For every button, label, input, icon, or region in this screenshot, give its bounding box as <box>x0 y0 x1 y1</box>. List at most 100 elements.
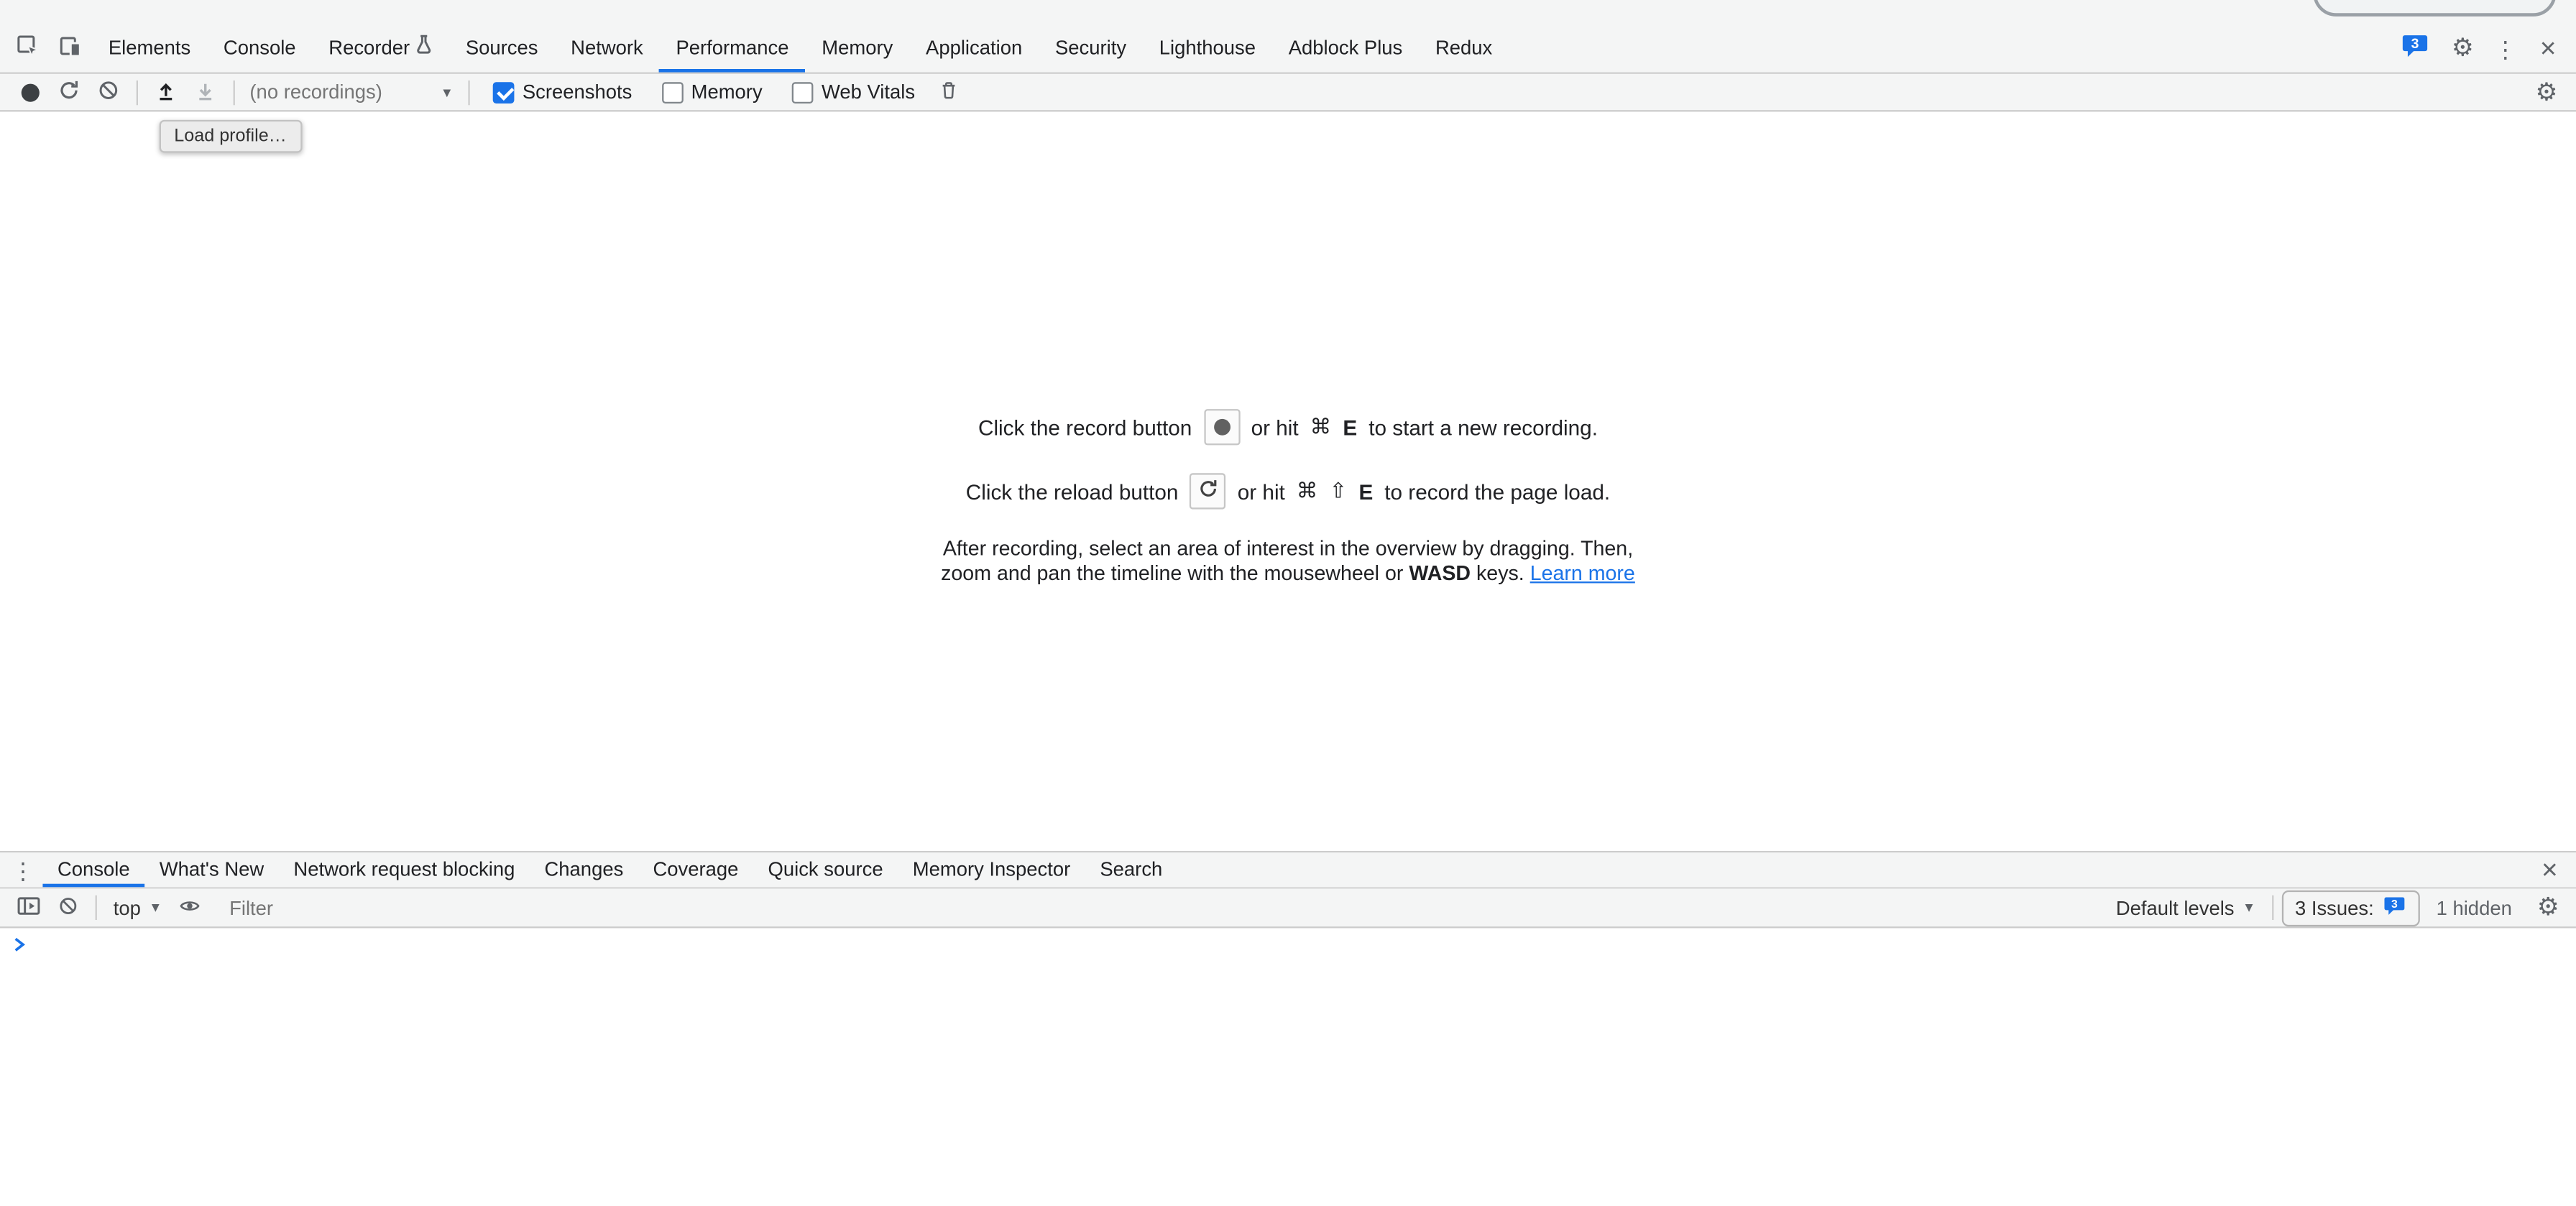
settings-button[interactable]: ⚙ <box>2442 24 2484 72</box>
paragraph-text: keys. <box>1476 562 1524 585</box>
drawer-tab-search[interactable]: Search <box>1085 852 1177 887</box>
reload-and-record-button[interactable] <box>50 75 89 109</box>
screenshots-checkbox[interactable]: Screenshots <box>493 80 632 103</box>
tab-adblock-plus[interactable]: Adblock Plus <box>1272 24 1419 72</box>
clear-console-button[interactable] <box>47 891 87 924</box>
tab-memory[interactable]: Memory <box>805 24 909 72</box>
record-icon <box>21 83 39 101</box>
tab-lighthouse[interactable]: Lighthouse <box>1143 24 1272 72</box>
close-icon: × <box>2542 856 2558 884</box>
reload-icon <box>58 78 80 106</box>
instruction-text: Click the reload button <box>966 479 1179 503</box>
device-toolbar-button[interactable] <box>50 24 92 72</box>
checkbox-icon[interactable] <box>493 81 515 103</box>
memory-checkbox[interactable]: Memory <box>661 80 762 103</box>
checkbox-label: Screenshots <box>523 80 632 103</box>
eye-icon <box>178 895 202 921</box>
tab-label: Network <box>571 35 643 58</box>
record-button[interactable] <box>10 75 50 109</box>
performance-settings-button[interactable]: ⚙ <box>2526 75 2566 109</box>
tab-label: Application <box>926 35 1022 58</box>
learn-more-link[interactable]: Learn more <box>1530 562 1635 585</box>
tab-sources[interactable]: Sources <box>449 24 554 72</box>
separator <box>468 80 469 104</box>
more-options-button[interactable]: ⋮ <box>2484 24 2526 72</box>
tab-label: Elements <box>109 35 190 58</box>
tab-label: Sources <box>466 35 538 58</box>
console-prompt[interactable] <box>0 928 2576 964</box>
upload-icon <box>155 78 178 106</box>
tab-label: Changes <box>544 857 623 880</box>
drawer-tabbar-right: × <box>2530 852 2576 887</box>
issues-counter-button[interactable]: 3 Issues: 3 <box>2282 890 2420 926</box>
tab-application[interactable]: Application <box>909 24 1039 72</box>
tab-label: Console <box>58 857 130 880</box>
close-icon: × <box>2540 34 2557 63</box>
delete-recording-button[interactable] <box>930 75 970 109</box>
kebab-menu-icon: ⋮ <box>12 858 34 881</box>
issues-bubble-icon: 3 <box>2382 895 2406 921</box>
tab-label: Redux <box>1435 35 1492 58</box>
console-sidebar-toggle-button[interactable] <box>8 891 47 924</box>
tab-security[interactable]: Security <box>1039 24 1143 72</box>
drawer-tab-coverage[interactable]: Coverage <box>638 852 753 887</box>
load-profile-tooltip: Load profile… <box>160 120 302 153</box>
drawer-tab-whats-new[interactable]: What's New <box>144 852 279 887</box>
checkbox-icon[interactable] <box>792 81 814 103</box>
drawer-tab-memory-inspector[interactable]: Memory Inspector <box>898 852 1085 887</box>
inline-reload-button[interactable] <box>1190 473 1225 509</box>
clear-icon <box>57 895 78 921</box>
tab-network[interactable]: Network <box>554 24 659 72</box>
console-toolbar: top ▼ Default levels ▼ 3 Issues: <box>0 889 2576 929</box>
tab-elements[interactable]: Elements <box>92 24 207 72</box>
tab-label: Memory <box>822 35 893 58</box>
drawer-tab-network-request-blocking[interactable]: Network request blocking <box>279 852 530 887</box>
tab-performance[interactable]: Performance <box>660 24 806 72</box>
log-levels-dropdown[interactable]: Default levels ▼ <box>2107 896 2263 919</box>
web-vitals-checkbox[interactable]: Web Vitals <box>792 80 915 103</box>
tab-redux[interactable]: Redux <box>1419 24 1509 72</box>
tab-label: Coverage <box>653 857 738 880</box>
tab-recorder[interactable]: Recorder <box>312 24 449 72</box>
prompt-chevron-icon <box>13 935 26 958</box>
tab-label: Search <box>1100 857 1162 880</box>
performance-landing: Click the record button or hit ⌘ E to st… <box>0 409 2576 586</box>
gear-icon: ⚙ <box>2537 896 2559 920</box>
drawer-more-tabs-button[interactable]: ⋮ <box>4 852 43 887</box>
tab-label: What's New <box>160 857 264 880</box>
issues-button[interactable]: 3 <box>2388 24 2441 72</box>
drawer-tab-changes[interactable]: Changes <box>530 852 638 887</box>
main-tabbar: Elements Console Recorder Sources Networ… <box>0 0 2576 74</box>
inspect-element-button[interactable] <box>6 24 49 72</box>
recordings-dropdown-label: (no recordings) <box>249 80 382 103</box>
paragraph-text: After recording, select an area of inter… <box>943 537 1633 560</box>
devtools-window: Elements Console Recorder Sources Networ… <box>0 0 2576 1206</box>
separator <box>234 80 235 104</box>
main-tabbar-right: 3 ⚙ ⋮ × <box>2388 24 2576 72</box>
wasd-keys-text: WASD <box>1409 562 1471 585</box>
instruction-text: or hit <box>1238 479 1285 503</box>
create-live-expression-button[interactable] <box>170 891 210 924</box>
issues-label: 3 Issues: <box>2295 896 2374 919</box>
checkbox-icon[interactable] <box>661 81 683 103</box>
inline-record-button[interactable] <box>1203 409 1239 445</box>
reload-instruction-row: Click the reload button or hit ⌘ ⇧ E to … <box>0 473 2576 509</box>
tab-label: Security <box>1055 35 1126 58</box>
save-profile-button[interactable] <box>185 75 225 109</box>
paragraph-text: zoom and pan the timeline with the mouse… <box>941 562 1403 585</box>
console-settings-button[interactable]: ⚙ <box>2529 891 2568 924</box>
recordings-dropdown[interactable]: (no recordings) ▼ <box>243 80 460 103</box>
console-filter-input[interactable] <box>229 896 2107 919</box>
drawer-tab-console[interactable]: Console <box>42 852 144 887</box>
load-profile-button[interactable] <box>146 75 185 109</box>
recorder-experiment-icon <box>416 34 433 59</box>
clear-button[interactable] <box>88 75 128 109</box>
close-devtools-button[interactable]: × <box>2526 24 2569 72</box>
javascript-context-selector[interactable]: top ▼ <box>105 896 170 919</box>
issues-bubble-icon: 3 <box>2400 33 2429 64</box>
drawer-tab-quick-source[interactable]: Quick source <box>753 852 898 887</box>
close-drawer-button[interactable]: × <box>2530 856 2570 884</box>
tab-console[interactable]: Console <box>207 24 312 72</box>
inspect-cursor-icon <box>17 34 40 63</box>
kebab-menu-icon: ⋮ <box>2494 37 2517 60</box>
